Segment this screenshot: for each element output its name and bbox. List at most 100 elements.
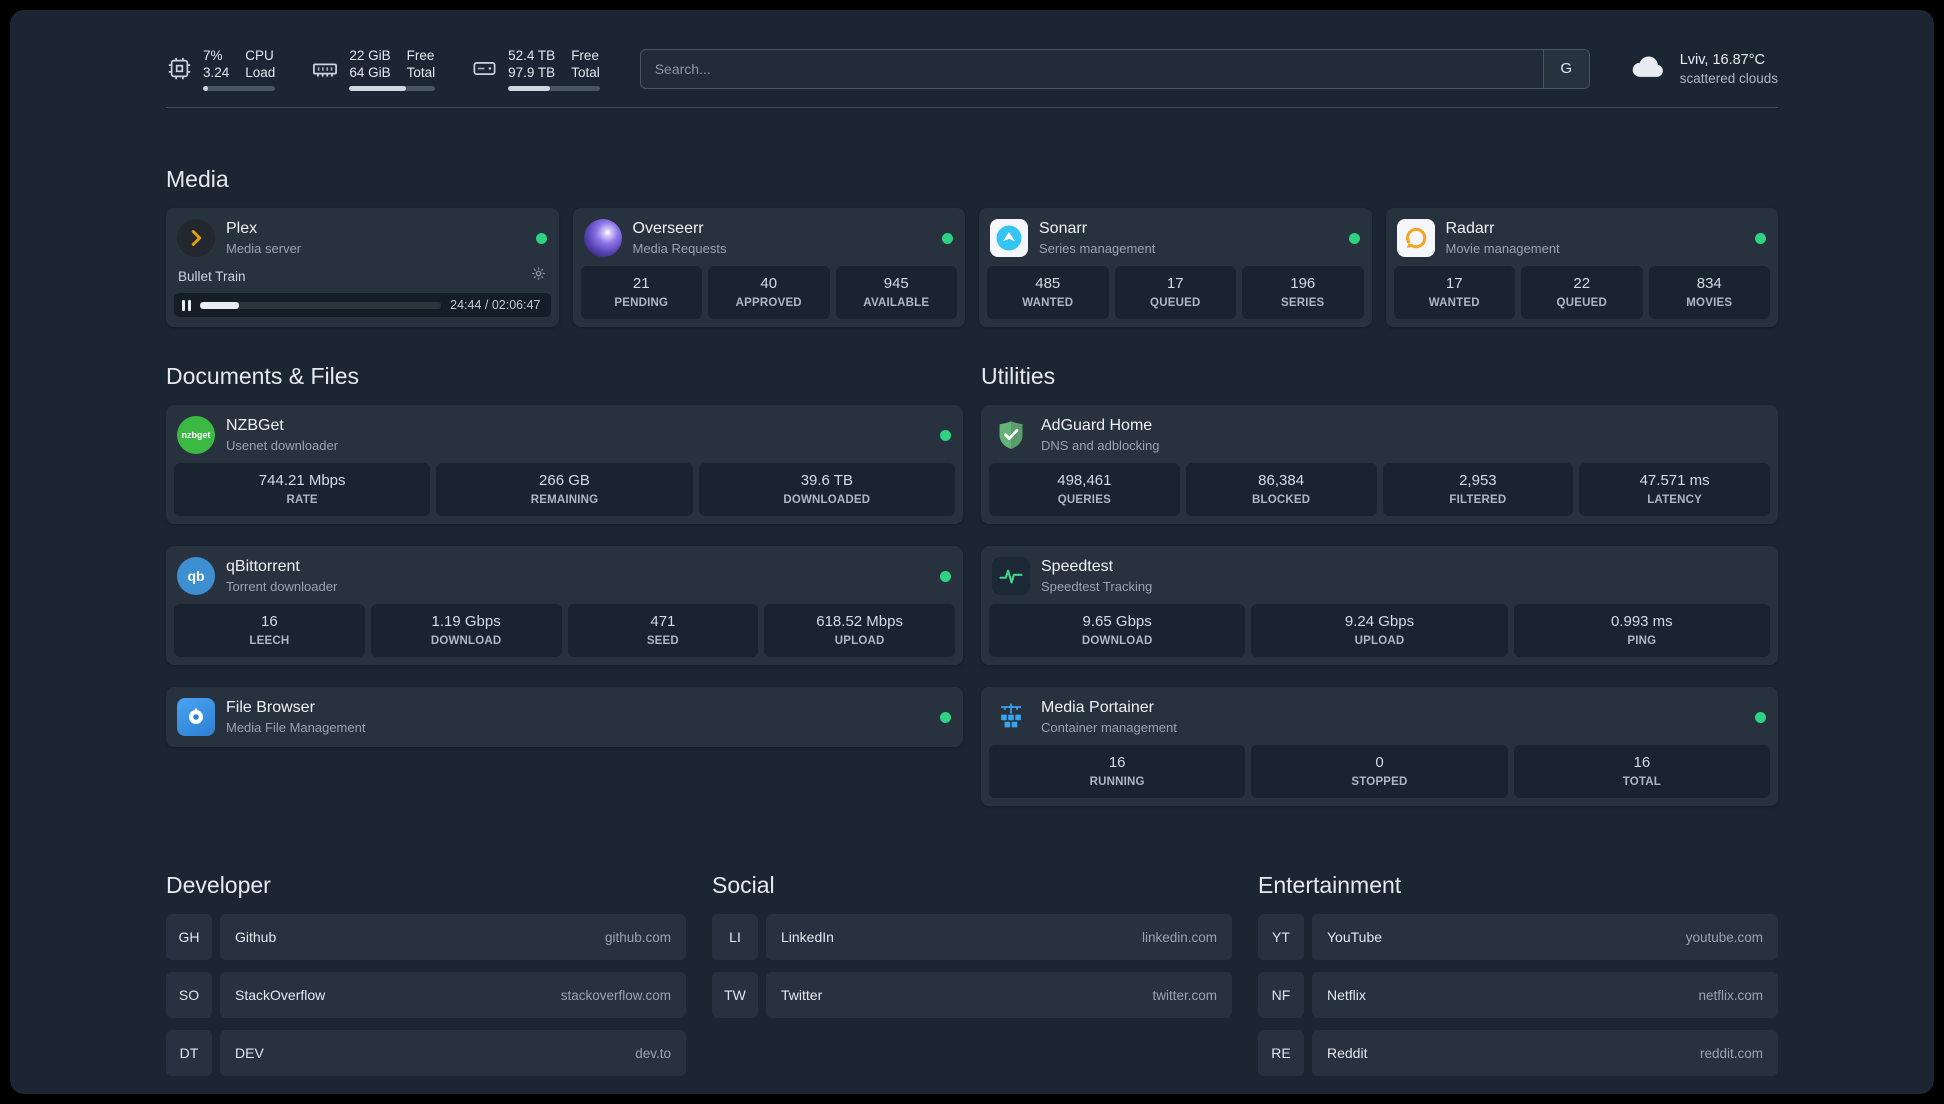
bookmark-name: StackOverflow: [235, 987, 326, 1003]
pause-icon: [182, 299, 191, 311]
cpu-label-bottom: Load: [245, 64, 276, 80]
stat-tile: 0 STOPPED: [1251, 745, 1508, 798]
service-stats: 498,461 QUERIES 86,384 BLOCKED 2,953 FIL…: [989, 463, 1770, 516]
memory-widget: 22 GiB 64 GiB Free Total: [311, 47, 436, 91]
stat-tile: 22 QUEUED: [1521, 266, 1643, 319]
stat-tile: 17 QUEUED: [1114, 266, 1236, 319]
qbittorrent-icon: qb: [177, 557, 215, 595]
bookmark-group-title: Developer: [166, 872, 271, 898]
overseerr-icon: [583, 219, 622, 257]
stat-tile: 471 SEED: [567, 604, 759, 657]
service-card-overseerr[interactable]: Overseerr Media Requests 21 PENDING 40 A…: [572, 208, 965, 327]
service-title: AdGuard Home: [1041, 417, 1153, 434]
service-subtitle: Media server: [226, 241, 302, 256]
cpu-percent: 7%: [203, 47, 223, 63]
service-subtitle: Media File Management: [226, 720, 366, 735]
radarr-icon: [1396, 219, 1435, 257]
stat-tile: 16 RUNNING: [989, 745, 1246, 798]
bookmark-group-social: Social LI LinkedIn linkedin.com TW Twitt…: [712, 870, 1232, 1088]
resource-widgets: 7% 3.24 CPU Load 22 GiB 64 GiB Free Tota…: [166, 47, 600, 91]
stat-tile: 17 WANTED: [1393, 266, 1515, 319]
bookmark-github[interactable]: GH Github github.com: [166, 914, 686, 960]
service-stats: 485 WANTED 17 QUEUED 196 SERIES: [987, 266, 1364, 319]
section-title-media: Media: [166, 166, 229, 192]
status-dot: [535, 232, 547, 244]
status-dot: [942, 232, 953, 244]
service-card-sonarr[interactable]: Sonarr Series management 485 WANTED 17 Q…: [979, 208, 1372, 327]
stat-tile: 47.571 ms LATENCY: [1579, 463, 1770, 516]
bookmark-abbr: TW: [712, 972, 758, 1018]
service-title: NZBGet: [226, 417, 284, 434]
disk-usage-bar: [508, 85, 600, 91]
service-title: Overseerr: [632, 220, 704, 237]
service-card-radarr[interactable]: Radarr Movie management 17 WANTED 22 QUE…: [1385, 208, 1778, 327]
bookmark-name: Reddit: [1327, 1045, 1368, 1061]
service-card-nzbget[interactable]: nzbget NZBGet Usenet downloader 744.21 M…: [166, 405, 963, 524]
search-provider-button[interactable]: G: [1542, 49, 1589, 88]
disk-free: 52.4 TB: [508, 47, 556, 63]
service-title: Speedtest: [1041, 558, 1114, 575]
bookmark-abbr: RE: [1258, 1030, 1304, 1076]
service-subtitle: Series management: [1039, 241, 1156, 256]
search-bar: G: [639, 48, 1590, 89]
section-documents: Documents & Files nzbget NZBGet Usenet d…: [166, 361, 963, 806]
player-settings-gear-icon[interactable]: [531, 266, 546, 286]
disk-total: 97.9 TB: [508, 64, 556, 80]
stat-tile: 39.6 TB DOWNLOADED: [698, 463, 955, 516]
bookmark-stackoverflow[interactable]: SO StackOverflow stackoverflow.com: [166, 972, 686, 1018]
weather-widget: Lviv, 16.87°C scattered clouds: [1628, 46, 1778, 91]
search-input[interactable]: [640, 49, 1543, 88]
bookmark-abbr: YT: [1258, 914, 1304, 960]
service-card-adguard[interactable]: AdGuard Home DNS and adblocking 498,461 …: [981, 405, 1778, 524]
service-subtitle: Container management: [1041, 720, 1177, 735]
service-stats: 9.65 Gbps DOWNLOAD 9.24 Gbps UPLOAD 0.99…: [989, 604, 1770, 657]
speedtest-icon: [992, 557, 1030, 595]
cpu-load: 3.24: [203, 64, 230, 80]
service-card-speedtest[interactable]: Speedtest Speedtest Tracking 9.65 Gbps D…: [981, 546, 1778, 665]
playback-time: 24:44 / 02:06:47: [450, 298, 541, 312]
service-stats: 17 WANTED 22 QUEUED 834 MOVIES: [1393, 266, 1770, 319]
bookmark-linkedin[interactable]: LI LinkedIn linkedin.com: [712, 914, 1232, 960]
plex-icon: [177, 219, 215, 257]
bookmark-youtube[interactable]: YT YouTube youtube.com: [1258, 914, 1778, 960]
bookmark-reddit[interactable]: RE Reddit reddit.com: [1258, 1030, 1778, 1076]
memory-icon: [311, 55, 339, 83]
bookmark-url: reddit.com: [1699, 1045, 1763, 1061]
stat-tile: 16 LEECH: [174, 604, 365, 657]
stat-tile: 0.993 ms PING: [1513, 604, 1770, 657]
service-card-qbittorrent[interactable]: qb qBittorrent Torrent downloader 16 LEE…: [166, 546, 963, 665]
cloud-icon: [1628, 46, 1668, 91]
service-subtitle: Media Requests: [632, 241, 727, 256]
bookmark-dev[interactable]: DT DEV dev.to: [166, 1030, 686, 1076]
stat-tile: 86,384 BLOCKED: [1185, 463, 1377, 516]
service-subtitle: Torrent downloader: [226, 579, 338, 594]
disk-label-top: Free: [571, 47, 599, 63]
cpu-label-top: CPU: [245, 47, 274, 63]
bookmark-abbr: SO: [166, 972, 212, 1018]
service-title: qBittorrent: [226, 558, 300, 575]
service-card-plex[interactable]: Plex Media server Bullet Train 24:44 / 0…: [166, 208, 559, 327]
service-card-portainer[interactable]: Media Portainer Container management 16 …: [981, 687, 1778, 806]
service-card-filebrowser[interactable]: File Browser Media File Management: [166, 687, 963, 747]
stat-tile: 485 WANTED: [987, 266, 1109, 319]
disk-widget: 52.4 TB 97.9 TB Free Total: [471, 47, 600, 91]
filebrowser-icon: [177, 698, 215, 736]
adguard-icon: [992, 416, 1030, 454]
service-title: Plex: [226, 220, 258, 237]
bookmark-group-developer: Developer GH Github github.com SO StackO…: [166, 870, 686, 1088]
bookmark-abbr: DT: [166, 1030, 212, 1076]
weather-condition: scattered clouds: [1679, 70, 1778, 86]
nzbget-icon: nzbget: [177, 416, 215, 454]
section-utilities: Utilities AdGuard Home DNS and adblockin…: [981, 361, 1778, 806]
service-stats: 16 LEECH 1.19 Gbps DOWNLOAD 471 SEED 618…: [174, 604, 955, 657]
service-subtitle: DNS and adblocking: [1041, 438, 1160, 453]
service-subtitle: Usenet downloader: [226, 438, 339, 453]
bookmark-twitter[interactable]: TW Twitter twitter.com: [712, 972, 1232, 1018]
bookmark-name: LinkedIn: [781, 929, 834, 945]
memory-label-bottom: Total: [406, 64, 436, 80]
bookmark-name: Twitter: [781, 987, 823, 1003]
status-dot: [940, 429, 951, 441]
stat-tile: 9.65 Gbps DOWNLOAD: [989, 604, 1246, 657]
bookmark-netflix[interactable]: NF Netflix netflix.com: [1258, 972, 1778, 1018]
dashboard: 7% 3.24 CPU Load 22 GiB 64 GiB Free Tota…: [10, 10, 1934, 1094]
